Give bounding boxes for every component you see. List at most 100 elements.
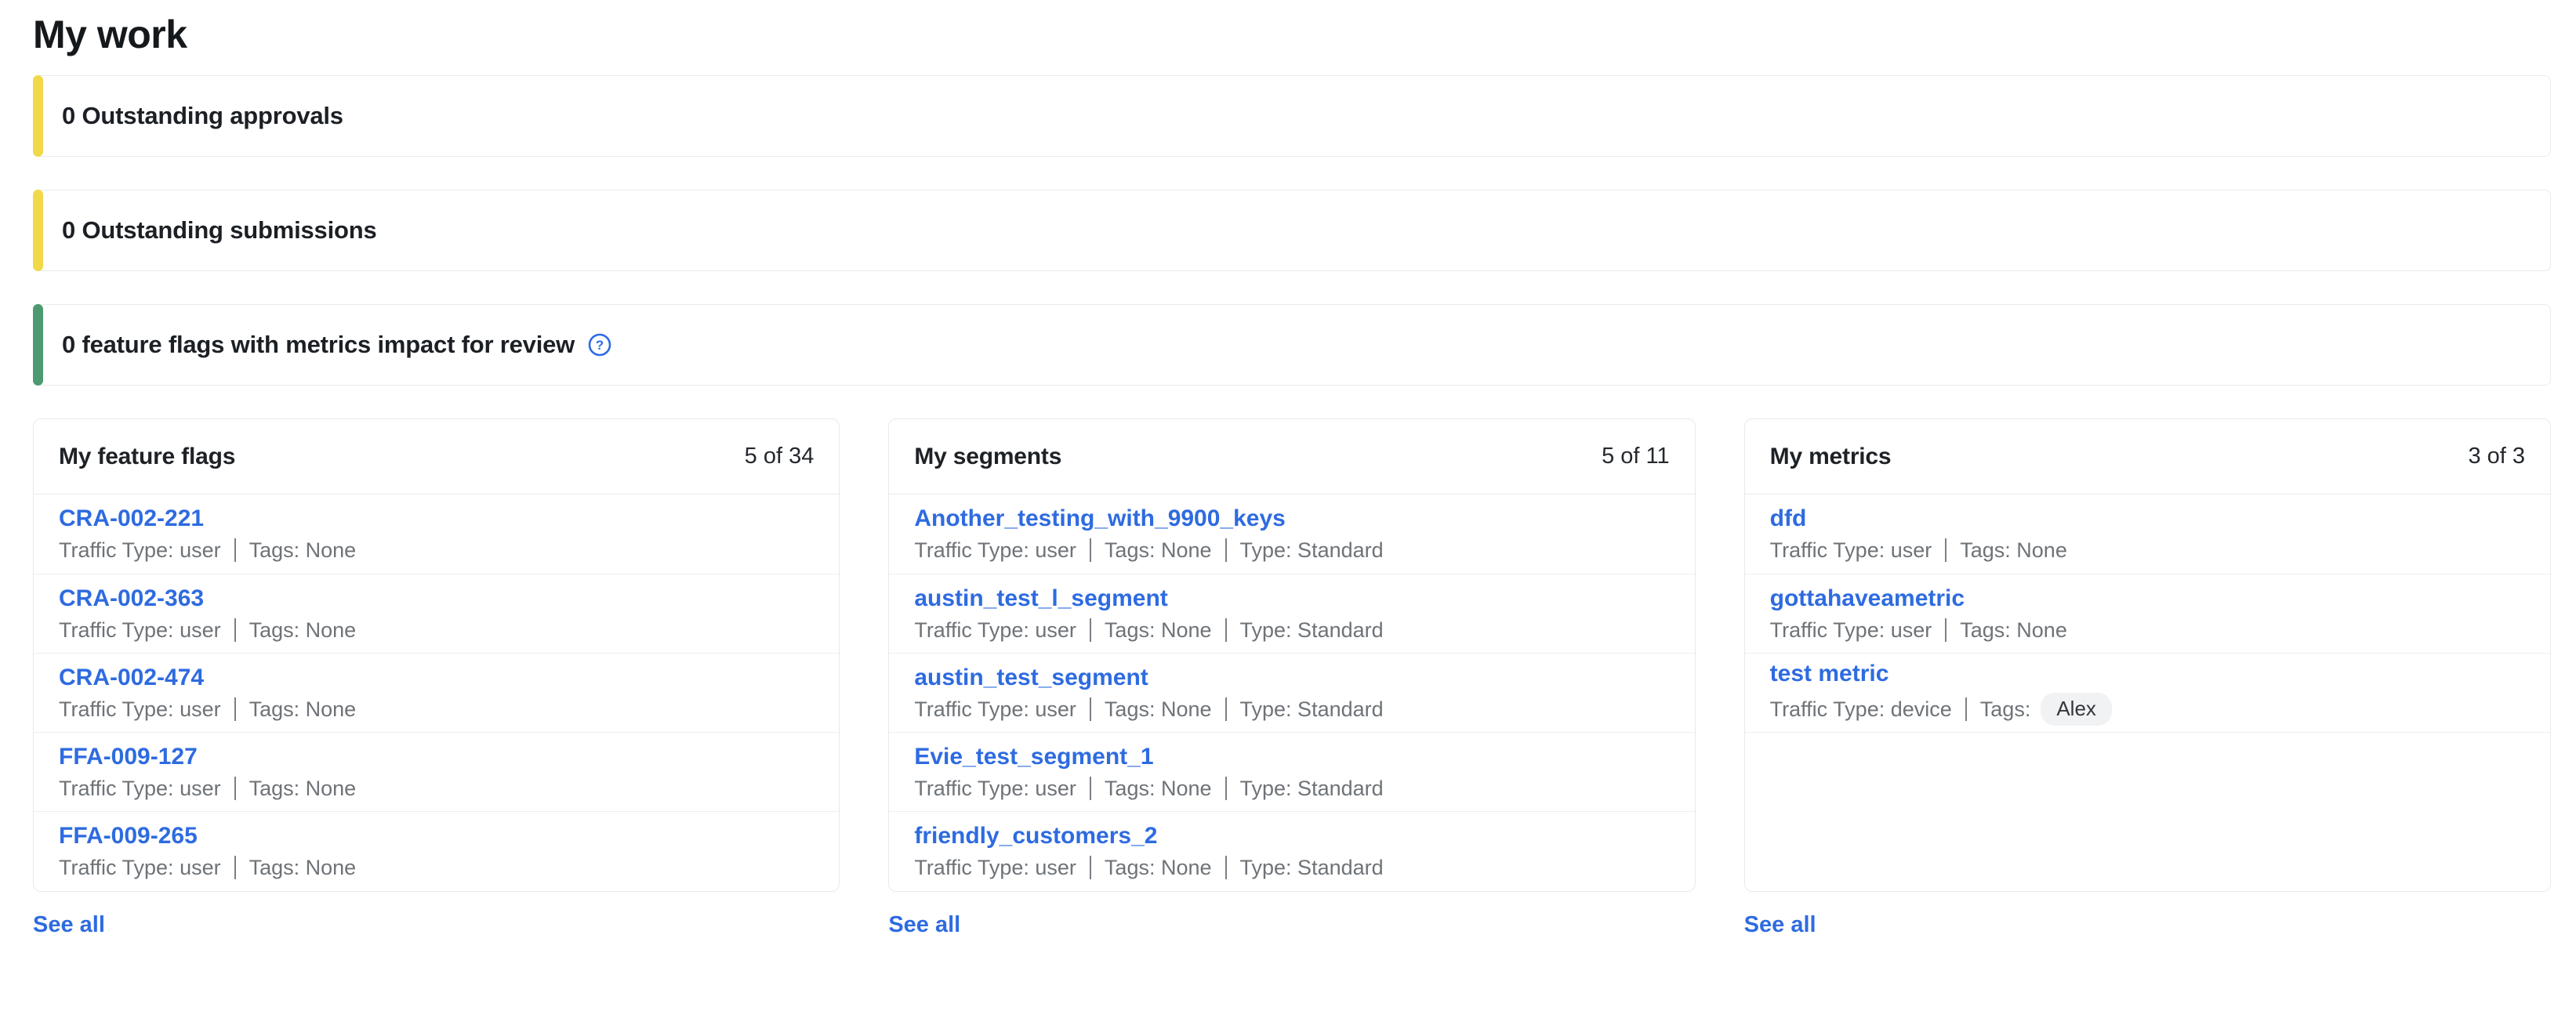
see-all-link[interactable]: See all — [888, 912, 960, 938]
list-item: test metric Traffic Type: deviceTags:Ale… — [1745, 653, 2550, 732]
item-name-link[interactable]: CRA-002-221 — [59, 505, 204, 532]
meta-segment: Traffic Type: user — [1770, 618, 1932, 643]
meta-label: Type: Standard — [1240, 776, 1384, 801]
item-name-link[interactable]: austin_test_segment — [914, 665, 1148, 691]
meta-label: Tags: — [1980, 697, 2031, 722]
item-name-link[interactable]: dfd — [1770, 505, 1807, 532]
card: My segments 5 of 11 Another_testing_with… — [888, 418, 1695, 892]
item-name-link[interactable]: FFA-009-265 — [59, 823, 198, 849]
banner-accent-bar — [33, 190, 43, 271]
my-work-page: My work 0 Outstanding approvals 0 Outsta… — [0, 0, 2576, 938]
meta-label: Type: Standard — [1240, 538, 1384, 563]
item-name-link[interactable]: CRA-002-474 — [59, 665, 204, 691]
meta-segment: Traffic Type: user — [914, 855, 1076, 880]
item-name-link[interactable]: FFA-009-127 — [59, 744, 198, 770]
item-meta: Traffic Type: userTags: NoneType: Standa… — [914, 538, 1669, 563]
meta-segment: Tags: None — [1076, 855, 1212, 880]
card: My feature flags 5 of 34 CRA-002-221 Tra… — [33, 418, 840, 892]
meta-label: Tags: None — [249, 855, 357, 880]
meta-label: Tags: None — [1105, 618, 1212, 643]
card-column: My segments 5 of 11 Another_testing_with… — [888, 418, 1695, 938]
item-meta: Traffic Type: userTags: NoneType: Standa… — [914, 855, 1669, 880]
meta-label: Traffic Type: user — [59, 855, 221, 880]
status-banner: 0 Outstanding submissions — [33, 190, 2551, 271]
item-name-link[interactable]: Evie_test_segment_1 — [914, 744, 1153, 770]
meta-segment: Traffic Type: user — [914, 618, 1076, 643]
meta-label: Tags: None — [249, 618, 357, 643]
meta-label: Type: Standard — [1240, 618, 1384, 643]
meta-label: Traffic Type: user — [59, 697, 221, 722]
list-item: friendly_customers_2 Traffic Type: user T… — [889, 811, 1694, 890]
card-count: 5 of 34 — [745, 444, 815, 469]
meta-label: Traffic Type: user — [1770, 538, 1932, 563]
meta-segment: Tags: None — [1076, 618, 1212, 643]
meta-segment: Traffic Type: user — [914, 697, 1076, 722]
meta-segment: Type: Standard — [1212, 618, 1384, 643]
meta-segment: Traffic Type: user — [1770, 538, 1932, 563]
item-meta: Traffic Type: user Tags: None — [1770, 538, 2525, 563]
list-item: gottahaveametric Traffic Type: userTags:… — [1745, 574, 2550, 653]
item-name-link[interactable]: Another_testing_with_9900_keys — [914, 505, 1286, 532]
page-title: My work — [33, 13, 2551, 56]
item-meta: Traffic Type: userTags: None — [59, 776, 814, 801]
status-banner: 0 feature flags with metrics impact for … — [33, 304, 2551, 386]
meta-segment: Tags: None — [1076, 538, 1212, 563]
meta-segment: Traffic Type: device — [1770, 697, 1952, 722]
item-meta: Traffic Type: userTags: None — [1770, 618, 2525, 643]
meta-label: Tags: None — [1960, 538, 2067, 563]
list-item: FFA-009-127 Traffic Type: userTags: None — [34, 732, 839, 811]
meta-segment: Traffic Type: user — [59, 538, 221, 563]
meta-segment: Tags: None — [221, 697, 357, 722]
meta-segment: Tags: None — [221, 538, 357, 563]
banner-accent-bar — [33, 75, 43, 157]
meta-label: Tags: None — [1105, 855, 1212, 880]
meta-label: Traffic Type: user — [59, 618, 221, 643]
banners: 0 Outstanding approvals 0 Outstanding su… — [33, 75, 2551, 386]
meta-segment: Type: Standard — [1212, 697, 1384, 722]
card-header: My segments 5 of 11 — [889, 419, 1694, 494]
card-title: My metrics — [1770, 444, 1892, 470]
meta-label: Tags: None — [249, 776, 357, 801]
meta-segment: Traffic Type: user — [914, 776, 1076, 801]
cards-grid: My feature flags 5 of 34 CRA-002-221 Tra… — [33, 418, 2551, 938]
meta-segment: Tags: None — [1932, 618, 2067, 643]
question-circle-icon[interactable]: ? — [587, 332, 612, 357]
item-name-link[interactable]: CRA-002-363 — [59, 585, 204, 612]
item-meta: Traffic Type: user Tags: NoneType: Standa… — [914, 697, 1669, 722]
meta-label: Tags: None — [1105, 538, 1212, 563]
card-column: My metrics 3 of 3 dfd Traffic Type: user… — [1744, 418, 2551, 938]
card-count: 3 of 3 — [2468, 444, 2525, 469]
meta-label: Traffic Type: user — [914, 776, 1076, 801]
meta-segment: Type: Standard — [1212, 776, 1384, 801]
item-meta: Traffic Type: userTags: None Type: Standa… — [914, 776, 1669, 801]
card-title: My feature flags — [59, 444, 235, 470]
meta-segment: Traffic Type: user — [59, 697, 221, 722]
card: My metrics 3 of 3 dfd Traffic Type: user… — [1744, 418, 2551, 892]
meta-label: Tags: None — [1105, 697, 1212, 722]
item-name-link[interactable]: friendly_customers_2 — [914, 823, 1157, 849]
meta-label: Tags: None — [249, 538, 357, 563]
list-item: CRA-002-221 Traffic Type: user Tags: None — [34, 494, 839, 574]
card-body: Another_testing_with_9900_keys Traffic T… — [889, 494, 1694, 891]
item-meta: Traffic Type: userTags: None — [59, 697, 814, 722]
item-name-link[interactable]: test metric — [1770, 661, 1889, 687]
card-title: My segments — [914, 444, 1061, 470]
card-body: CRA-002-221 Traffic Type: userTags: None… — [34, 494, 839, 891]
list-item: austin_test_segment Traffic Type: user Ta… — [889, 653, 1694, 732]
item-name-link[interactable]: austin_test_l_segment — [914, 585, 1167, 612]
status-banner: 0 Outstanding approvals — [33, 75, 2551, 157]
list-item: CRA-002-363 Traffic Type: user Tags: None — [34, 574, 839, 653]
card-header: My feature flags 5 of 34 — [34, 419, 839, 494]
item-meta: Traffic Type: deviceTags:Alex — [1770, 693, 2525, 726]
item-name-link[interactable]: gottahaveametric — [1770, 585, 1965, 612]
item-meta: Traffic Type: user Tags: None Type: Standa… — [914, 618, 1669, 643]
meta-label: Traffic Type: user — [914, 855, 1076, 880]
card-header: My metrics 3 of 3 — [1745, 419, 2550, 494]
banner-text: 0 Outstanding approvals — [62, 102, 343, 130]
meta-segment: Tags: None — [1076, 776, 1212, 801]
meta-segment: Tags: None — [221, 776, 357, 801]
card-body: dfd Traffic Type: userTags: None gottaha… — [1745, 494, 2550, 891]
meta-segment: Tags: None — [221, 618, 357, 643]
see-all-link[interactable]: See all — [1744, 912, 1816, 938]
see-all-link[interactable]: See all — [33, 912, 105, 938]
